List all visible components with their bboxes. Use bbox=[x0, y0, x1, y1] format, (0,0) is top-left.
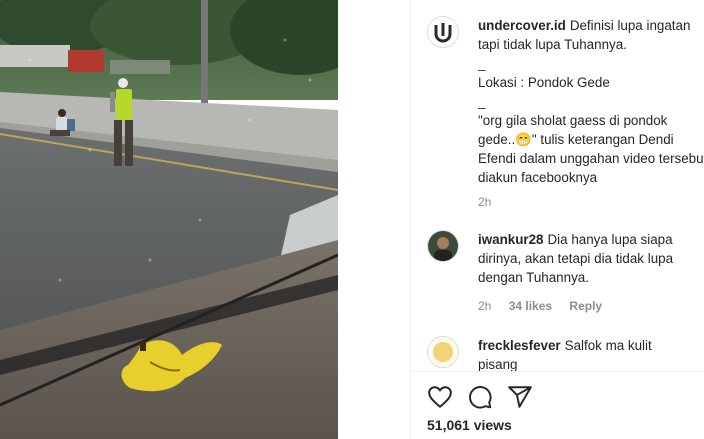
comment-line: Salfok ma kulit bbox=[564, 338, 652, 353]
comment-text: iwankur28 Dia hanya lupa siapa dirinya, a… bbox=[478, 230, 704, 287]
comment-line: Dia hanya lupa siapa bbox=[547, 232, 673, 247]
comment-icon[interactable] bbox=[467, 384, 493, 410]
caption-quote: "org gila sholat gaess di pondok bbox=[478, 113, 668, 128]
caption-text: undercover.id Definisi lupa ingatan tapi … bbox=[478, 16, 704, 187]
user-photo-icon bbox=[428, 337, 458, 367]
caption-quote: gede..😁" tulis keterangan Dendi bbox=[478, 132, 674, 147]
comment-likes[interactable]: 34 likes bbox=[509, 299, 552, 313]
avatar[interactable] bbox=[427, 230, 459, 262]
caption-location: Lokasi : Pondok Gede bbox=[478, 75, 610, 90]
caption-quote: diakun facebooknya bbox=[478, 170, 598, 185]
comment-username[interactable]: frecklesfever bbox=[478, 338, 561, 353]
views-count[interactable]: 51,061 views bbox=[427, 417, 512, 433]
comment-line: dirinya, akan tetapi dia tidak lupa bbox=[478, 251, 674, 266]
comment-time[interactable]: 2h bbox=[478, 299, 491, 313]
heart-icon[interactable] bbox=[427, 384, 453, 410]
post-side-panel: undercover.id Definisi lupa ingatan tapi … bbox=[410, 0, 704, 439]
caption-line: tapi tidak lupa Tuhannya. bbox=[478, 37, 627, 52]
comments-list[interactable]: undercover.id Definisi lupa ingatan tapi … bbox=[411, 0, 704, 371]
post-video[interactable] bbox=[0, 0, 338, 439]
post-gap bbox=[338, 0, 410, 439]
comment-line: pisang bbox=[478, 357, 518, 371]
comment-meta: 2h 34 likes Reply bbox=[478, 297, 616, 316]
caption-quote: Efendi dalam unggahan video tersebut bbox=[478, 151, 704, 166]
caption-dash: _ bbox=[478, 94, 486, 109]
reply-button[interactable]: Reply bbox=[569, 299, 602, 313]
caption-username[interactable]: undercover.id bbox=[478, 18, 566, 33]
caption-meta: 2h bbox=[478, 193, 505, 212]
caption-line: Definisi lupa ingatan bbox=[569, 18, 691, 33]
caption-time[interactable]: 2h bbox=[478, 195, 491, 209]
user-photo-icon bbox=[428, 231, 458, 261]
comment-text: frecklesfever Salfok ma kulit pisang bbox=[478, 336, 704, 371]
avatar[interactable] bbox=[427, 336, 459, 368]
avatar[interactable] bbox=[427, 16, 459, 48]
undercover-logo-icon bbox=[428, 17, 458, 47]
comment-username[interactable]: iwankur28 bbox=[478, 232, 544, 247]
action-bar: 51,061 views bbox=[411, 371, 704, 439]
video-frame bbox=[0, 0, 338, 439]
caption-dash: _ bbox=[478, 56, 486, 71]
comment-line: dengan Tuhannya. bbox=[478, 270, 589, 285]
share-icon[interactable] bbox=[507, 384, 533, 410]
